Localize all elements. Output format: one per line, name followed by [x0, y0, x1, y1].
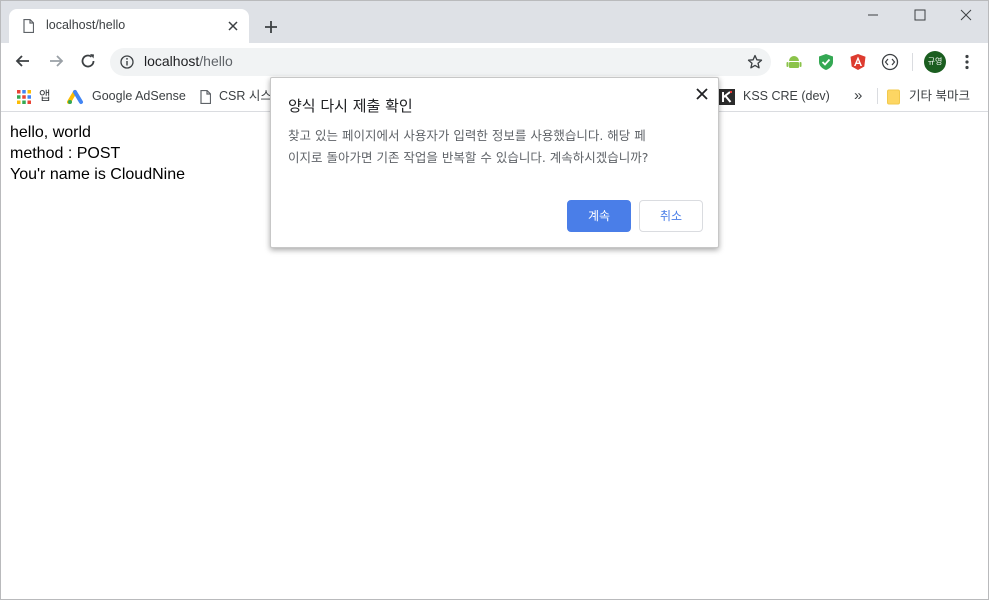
dialog-message: 찾고 있는 페이지에서 사용자가 입력한 정보를 사용했습니다. 해당 페 이지…: [288, 125, 708, 169]
cancel-button[interactable]: 취소: [639, 200, 703, 232]
close-tab-icon[interactable]: [225, 18, 241, 34]
android-extension-icon[interactable]: [785, 53, 803, 71]
document-icon: [23, 19, 34, 33]
dialog-message-line: 이지로 돌아가면 기존 작업을 반복할 수 있습니다. 계속하시겠습니까?: [288, 150, 649, 165]
adsense-icon: [67, 89, 83, 104]
bookmarks-overflow-chevron-icon[interactable]: »: [854, 86, 862, 106]
bookmark-apps[interactable]: 앱: [17, 86, 51, 106]
bookmarks-divider: [877, 88, 878, 104]
profile-avatar[interactable]: 규영: [924, 51, 946, 73]
toolbar: localhost/hello: [1, 43, 988, 80]
k-logo-icon: [719, 88, 735, 105]
content-line: hello, world: [10, 124, 91, 141]
address-bar[interactable]: localhost/hello: [110, 48, 771, 76]
bookmark-label: 기타 북마크: [909, 89, 970, 103]
reload-icon[interactable]: [78, 51, 98, 71]
browser-window: localhost/hello localhost/hello 규영 앱 Goo…: [0, 0, 989, 600]
bookmark-apps-label: 앱: [39, 89, 51, 103]
apps-grid-icon: [17, 89, 31, 104]
toolbar-divider: [912, 53, 913, 71]
tab-title: localhost/hello: [46, 18, 126, 32]
content-line: You'r name is CloudNine: [10, 166, 186, 183]
continue-button[interactable]: 계속: [567, 200, 631, 232]
url-path: /hello: [199, 53, 233, 69]
back-icon[interactable]: [13, 51, 33, 71]
bookmark-csr[interactable]: CSR 시스: [200, 86, 272, 106]
maximize-icon[interactable]: [912, 7, 928, 23]
bookmark-label: Google AdSense: [92, 89, 186, 103]
shield-extension-icon[interactable]: [817, 53, 835, 71]
bookmark-label: CSR 시스: [219, 89, 272, 103]
bookmark-other-folder[interactable]: 기타 북마크: [887, 86, 970, 106]
bookmark-google-adsense[interactable]: Google AdSense: [67, 86, 186, 106]
more-menu-icon[interactable]: [958, 53, 976, 71]
bookmark-star-icon[interactable]: [747, 54, 763, 70]
page-content: hello, world method : POST You'r name is…: [10, 122, 185, 185]
tab-strip: localhost/hello: [1, 1, 988, 43]
minimize-icon[interactable]: [865, 7, 881, 23]
content-line: method : POST: [10, 145, 121, 162]
close-dialog-icon[interactable]: [696, 88, 708, 100]
resubmit-confirm-dialog: 양식 다시 제출 확인 찾고 있는 페이지에서 사용자가 입력한 정보를 사용했…: [270, 77, 719, 248]
info-icon[interactable]: [120, 55, 134, 69]
dialog-message-line: 찾고 있는 페이지에서 사용자가 입력한 정보를 사용했습니다. 해당 페: [288, 128, 646, 143]
bookmark-label: KSS CRE (dev): [743, 89, 830, 103]
dialog-title: 양식 다시 제출 확인: [288, 97, 413, 115]
tab-localhost-hello[interactable]: localhost/hello: [9, 9, 249, 43]
url-host: localhost: [144, 53, 200, 69]
angular-extension-icon[interactable]: [849, 53, 867, 71]
document-icon: [200, 89, 211, 104]
bookmark-kss-cre[interactable]: KSS CRE (dev): [719, 86, 830, 106]
folder-icon: [887, 89, 900, 105]
url-text: localhost/hello: [144, 53, 233, 69]
code-extension-icon[interactable]: [881, 53, 899, 71]
new-tab-icon[interactable]: [261, 17, 281, 37]
close-window-icon[interactable]: [958, 7, 974, 23]
forward-icon[interactable]: [46, 51, 66, 71]
